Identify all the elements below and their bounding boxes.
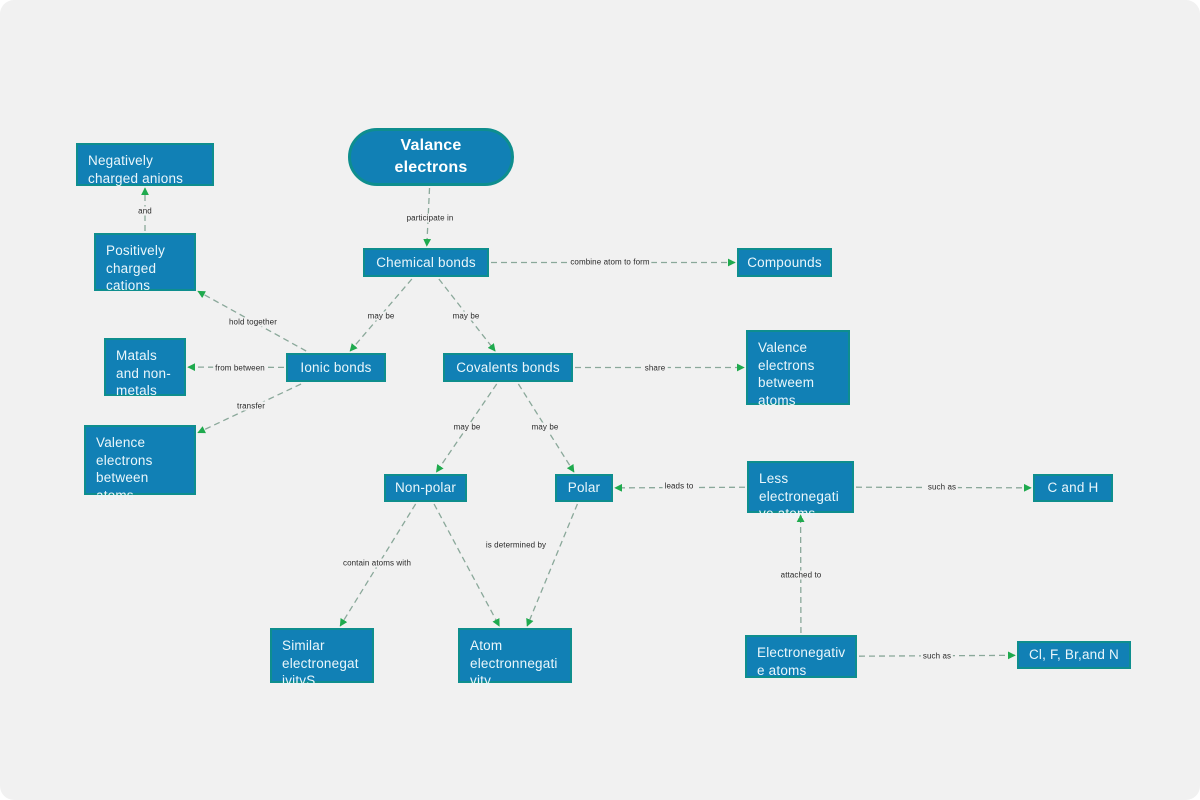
node-polar[interactable]: Polar xyxy=(555,474,613,502)
node-less_electronegative[interactable]: Less electronegati ve atoms xyxy=(747,461,854,521)
edge-label-e4: may be xyxy=(365,311,397,321)
edge-label-e16: contain atoms with xyxy=(340,558,414,568)
node-valence_betweem_r[interactable]: Valence electrons betweem atoms xyxy=(746,330,850,408)
node-ionic_bonds[interactable]: Ionic bonds xyxy=(286,353,386,382)
diagram-canvas: Valance electrons Negatively charged anio… xyxy=(0,0,1200,800)
edge-label-e10: may be xyxy=(451,422,483,432)
edge-label-e9: share xyxy=(642,363,668,373)
node-positively_cations[interactable]: Positively charged cations xyxy=(94,233,196,293)
node-atom_electroneg[interactable]: Atom electronnegati vity xyxy=(458,628,572,688)
node-non_polar[interactable]: Non-polar xyxy=(384,474,467,502)
edge-label-e13: such as xyxy=(925,482,959,492)
node-metals_nonmetals[interactable]: Matals and non- metals xyxy=(104,338,186,398)
node-cl_f_br_n[interactable]: Cl, F, Br,and N xyxy=(1017,641,1131,669)
node-electronegative_atoms[interactable]: Electronegativ e atoms xyxy=(745,635,857,678)
node-compounds[interactable]: Compounds xyxy=(737,248,832,277)
edge-label-e2: and xyxy=(136,206,154,216)
edge-label-e17: is determined by xyxy=(483,540,549,550)
node-valence_between_l[interactable]: Valence electrons between atoms xyxy=(84,425,196,503)
edge-label-e6: hold together xyxy=(226,317,280,327)
node-covalents_bonds[interactable]: Covalents bonds xyxy=(443,353,573,382)
node-similar_electroneg[interactable]: Similar electronegat ivityS xyxy=(270,628,374,688)
edge-label-e12: leads to xyxy=(662,481,696,491)
connector-layer xyxy=(141,187,1032,660)
edge-label-e15: such as xyxy=(920,651,954,661)
edge-label-e3: combine atom to form xyxy=(568,257,652,267)
edge-label-e14: attached to xyxy=(778,570,824,580)
node-chemical_bonds[interactable]: Chemical bonds xyxy=(363,248,489,277)
edge-label-e11: may be xyxy=(529,422,561,432)
edge-label-e5: may be xyxy=(450,311,482,321)
edge-label-e8: transfer xyxy=(235,401,267,411)
node-negatively_anions[interactable]: Negatively charged anions xyxy=(76,143,214,186)
node-valance_electrons[interactable]: Valance electrons xyxy=(348,128,514,186)
edge-non_polar-to-atom_electroneg xyxy=(433,503,500,627)
edge-polar-to-atom_electroneg xyxy=(526,503,579,627)
edge-label-e1: participate in xyxy=(404,213,456,223)
node-c_and_h[interactable]: C and H xyxy=(1033,474,1113,502)
edge-label-e7: from between xyxy=(213,363,267,373)
